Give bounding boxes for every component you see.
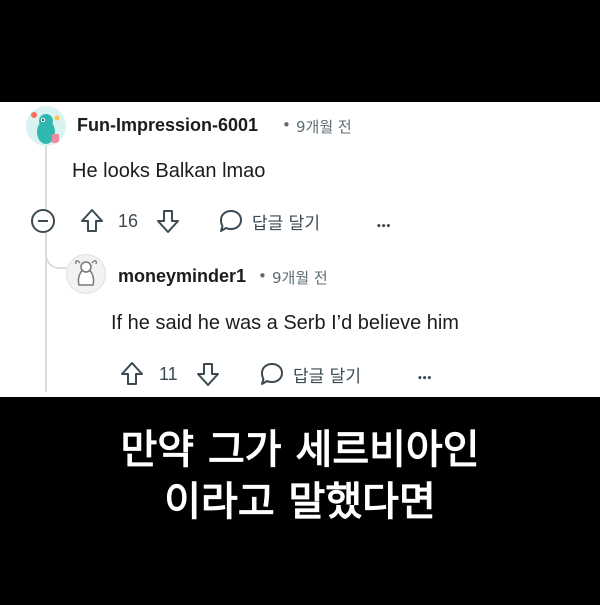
collapse-button[interactable] bbox=[30, 208, 56, 234]
reply-avatar[interactable] bbox=[66, 254, 106, 294]
caption-line-2: 이라고 말했다면 bbox=[164, 479, 436, 525]
vote-count-value: 11 bbox=[159, 364, 178, 384]
downvote-icon bbox=[157, 210, 179, 233]
reply-body: If he said he was a Serb I’d believe him bbox=[111, 312, 459, 334]
reply-button[interactable]: 답글 달기 bbox=[218, 208, 320, 234]
reply-connector bbox=[45, 247, 67, 269]
vote-count: 16 bbox=[118, 211, 138, 232]
downvote-icon bbox=[197, 363, 219, 386]
downvote-button[interactable] bbox=[196, 361, 220, 387]
reply-bubble-icon bbox=[261, 363, 283, 385]
upvote-button[interactable] bbox=[120, 361, 144, 387]
reply-label: 답글 달기 bbox=[293, 366, 361, 387]
downvote-button[interactable] bbox=[156, 208, 180, 234]
more-icon: ••• bbox=[417, 374, 432, 384]
meta-separator: • bbox=[282, 116, 291, 134]
reply-label: 답글 달기 bbox=[252, 213, 320, 234]
upvote-button[interactable] bbox=[80, 208, 104, 234]
reply-thread-line[interactable] bbox=[45, 268, 47, 392]
reply-bubble-icon bbox=[220, 210, 242, 232]
meta-separator: • bbox=[258, 267, 267, 285]
more-button[interactable]: ••• bbox=[376, 210, 391, 234]
more-button[interactable]: ••• bbox=[417, 362, 432, 386]
upvote-icon bbox=[81, 209, 103, 232]
caption-line-1: 만약 그가 세르비아인 bbox=[120, 427, 480, 473]
vote-count-value: 16 bbox=[118, 211, 139, 231]
collapse-icon bbox=[31, 209, 55, 233]
upvote-icon bbox=[121, 362, 143, 385]
comment-timestamp: 9개월 전 bbox=[296, 118, 352, 136]
vote-count: 11 bbox=[159, 364, 178, 385]
more-icon: ••• bbox=[376, 222, 391, 232]
reply-button[interactable]: 답글 달기 bbox=[259, 361, 361, 387]
avatar[interactable] bbox=[26, 106, 66, 146]
reply-timestamp: 9개월 전 bbox=[272, 269, 328, 287]
reply-username[interactable]: moneyminder1 bbox=[118, 266, 246, 287]
comment-username[interactable]: Fun-Impression-6001 bbox=[77, 115, 258, 136]
comment-body: He looks Balkan lmao bbox=[72, 160, 266, 182]
comment-panel: Fun-Impression-6001 • 9개월 전 He looks Bal… bbox=[0, 102, 600, 397]
